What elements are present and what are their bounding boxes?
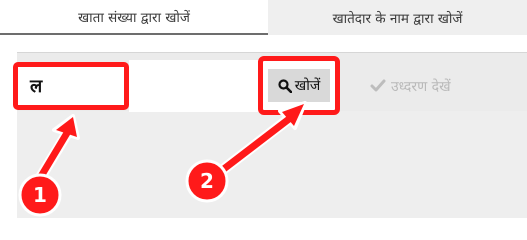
check-icon — [370, 79, 386, 93]
search-button-label: खोजें — [294, 78, 321, 94]
view-extract-label: उध्दरण देखें — [391, 78, 451, 95]
search-button[interactable]: खोजें — [268, 69, 330, 102]
search-button-highlight: खोजें — [258, 56, 340, 115]
results-area — [17, 111, 527, 218]
tab-bar: खाता संख्या द्वारा खोजें खातेदार के नाम … — [0, 0, 527, 35]
tab-search-by-account-number[interactable]: खाता संख्या द्वारा खोजें — [0, 0, 268, 35]
search-input-value: ल — [30, 76, 43, 97]
search-input[interactable]: ल — [13, 62, 129, 110]
tab-label: खातेदार के नाम द्वारा खोजें — [332, 10, 463, 27]
input-background — [129, 60, 264, 112]
tab-label: खाता संख्या द्वारा खोजें — [78, 9, 190, 26]
tab-search-by-account-holder-name[interactable]: खातेदार के नाम द्वारा खोजें — [268, 0, 527, 35]
view-extract-button[interactable]: उध्दरण देखें — [370, 68, 451, 104]
search-icon — [278, 78, 293, 93]
